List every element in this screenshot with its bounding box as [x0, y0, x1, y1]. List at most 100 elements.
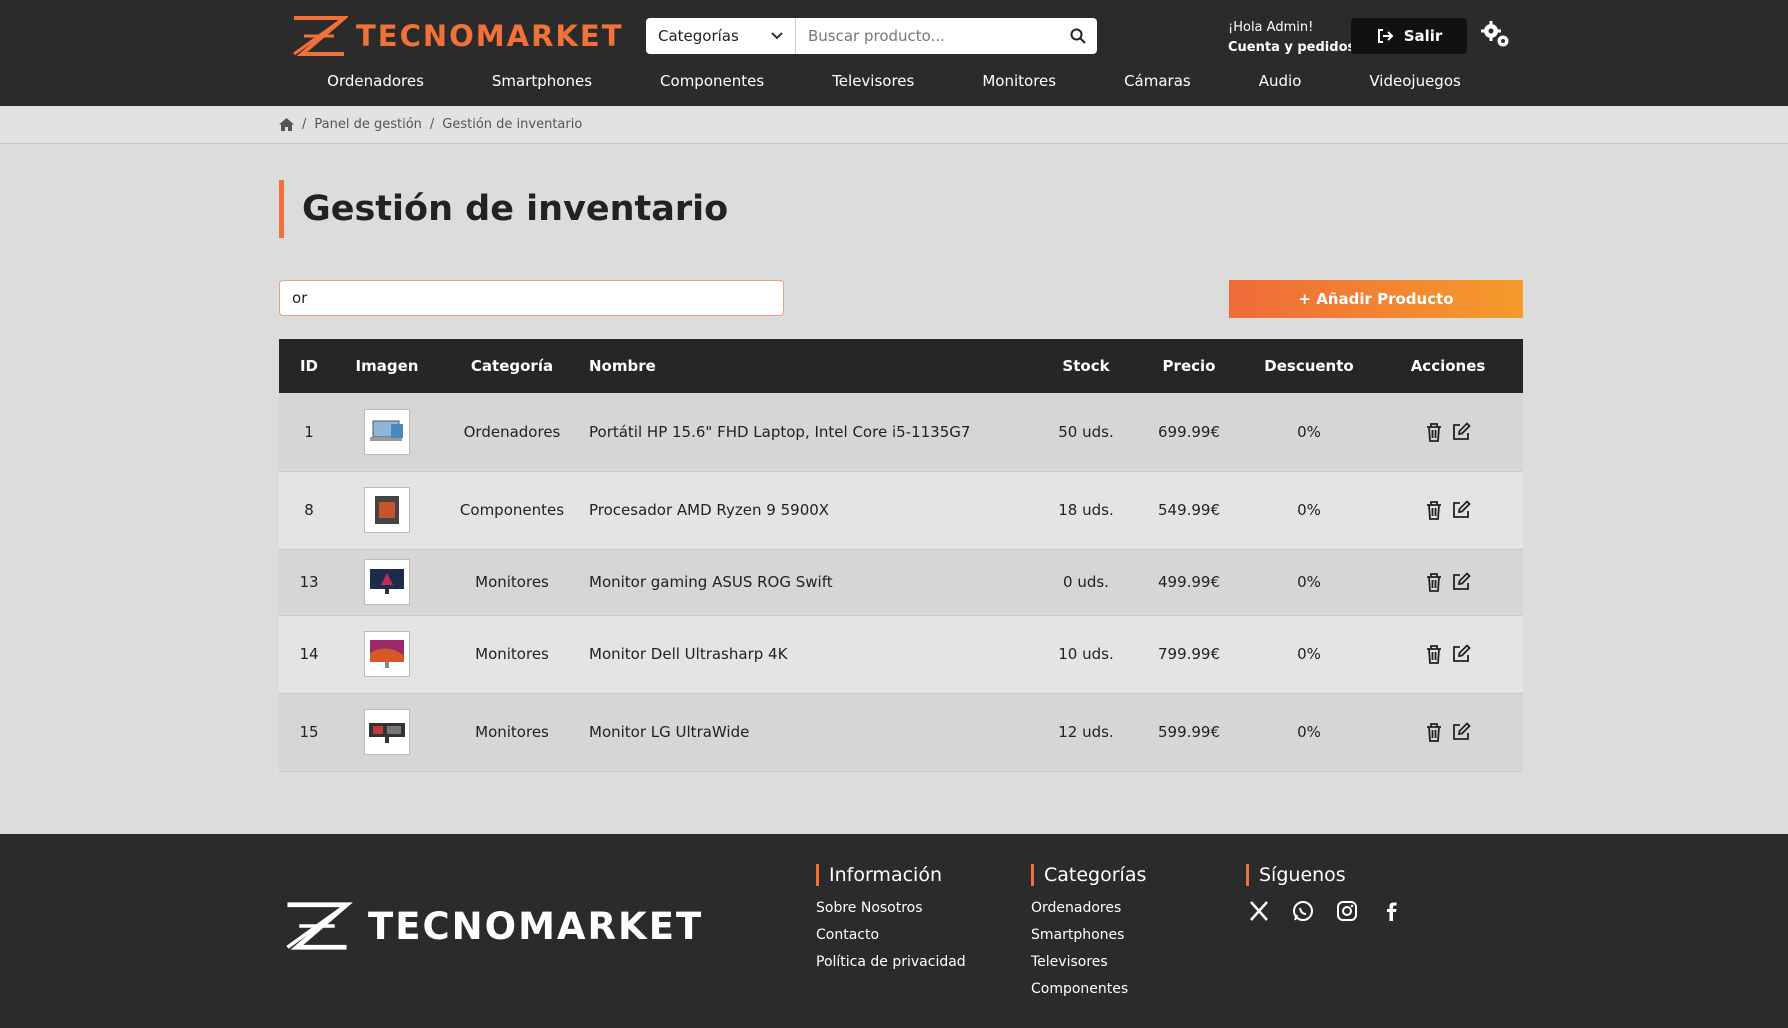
cell-stock: 10 uds.: [1058, 645, 1114, 663]
col-image: Imagen: [355, 357, 419, 375]
cell-id: 13: [299, 573, 319, 591]
footer-link-privacy[interactable]: Política de privacidad: [816, 954, 966, 970]
footer-cat-smartphones[interactable]: Smartphones: [1031, 927, 1146, 943]
trash-icon[interactable]: [1425, 722, 1443, 742]
cell-stock: 12 uds.: [1058, 723, 1114, 741]
site-footer: TECNOMARKET Información Sobre Nosotros C…: [0, 834, 1788, 1028]
greeting-text: ¡Hola Admin!: [1228, 20, 1314, 35]
whatsapp-icon[interactable]: [1292, 900, 1314, 922]
table-row: 13 Monitores Monitor gaming ASUS ROG Swift…: [279, 549, 1523, 615]
brand-logo[interactable]: TECNOMARKET: [290, 14, 624, 58]
add-product-button[interactable]: + Añadir Producto: [1229, 280, 1523, 318]
inventory-filter-input[interactable]: or: [279, 280, 784, 316]
cell-discount: 0%: [1297, 422, 1321, 441]
nav-audio[interactable]: Audio: [1225, 72, 1336, 90]
product-thumbnail: [364, 559, 410, 605]
search-icon: [1070, 28, 1086, 44]
nav-camaras[interactable]: Cámaras: [1090, 72, 1225, 90]
cell-discount: 0%: [1297, 645, 1321, 663]
logo-mark-icon: [286, 902, 353, 950]
edit-icon[interactable]: [1451, 421, 1471, 442]
logo-text: TECNOMARKET: [356, 19, 624, 53]
cell-id: 15: [299, 723, 319, 741]
facebook-icon[interactable]: [1380, 900, 1402, 922]
x-icon[interactable]: [1248, 900, 1270, 922]
col-actions: Acciones: [1410, 357, 1486, 375]
account-greeting[interactable]: ¡Hola Admin! Cuenta y pedidos: [1228, 18, 1355, 58]
trash-icon[interactable]: [1425, 422, 1443, 442]
nav-televisores[interactable]: Televisores: [798, 72, 948, 90]
cell-price: 549.99€: [1157, 501, 1221, 519]
logo-mark-icon: [293, 16, 348, 56]
table-row: 8 Componentes Procesador AMD Ryzen 9 5900X…: [279, 471, 1523, 549]
footer-link-about[interactable]: Sobre Nosotros: [816, 900, 966, 916]
search-input[interactable]: Buscar producto...: [796, 27, 1059, 45]
cell-id: 14: [299, 645, 319, 663]
cell-actions: [1373, 393, 1523, 471]
nav-componentes[interactable]: Componentes: [626, 72, 798, 90]
cell-id: 8: [304, 501, 314, 519]
cell-category: Monitores: [475, 645, 549, 663]
breadcrumb-panel[interactable]: Panel de gestión: [314, 117, 422, 132]
nav-videojuegos[interactable]: Videojuegos: [1335, 72, 1494, 90]
cell-id: 1: [304, 422, 314, 441]
footer-cat-ordenadores[interactable]: Ordenadores: [1031, 900, 1146, 916]
cell-stock: 0 uds.: [1063, 573, 1109, 591]
footer-info-title: Información: [816, 864, 966, 886]
search-bar: Categorías Buscar producto...: [646, 18, 1097, 54]
page-title: Gestión de inventario: [279, 180, 728, 238]
cell-actions: [1373, 615, 1523, 693]
footer-logo[interactable]: TECNOMARKET: [280, 900, 703, 952]
edit-icon[interactable]: [1451, 572, 1471, 592]
cell-image: [339, 393, 435, 471]
cell-image: [339, 549, 435, 615]
col-id: ID: [299, 357, 319, 375]
nav-monitores[interactable]: Monitores: [948, 72, 1090, 90]
cell-price: 499.99€: [1157, 573, 1221, 591]
product-thumbnail: [364, 709, 410, 755]
footer-info-column: Información Sobre Nosotros Contacto Polí…: [816, 864, 966, 981]
nav-smartphones[interactable]: Smartphones: [458, 72, 626, 90]
gears-icon[interactable]: [1480, 20, 1512, 50]
col-category: Categoría: [470, 357, 554, 375]
footer-cat-televisores[interactable]: Televisores: [1031, 954, 1146, 970]
cell-image: [339, 471, 435, 549]
social-links: [1246, 900, 1402, 922]
breadcrumb: / Panel de gestión / Gestión de inventar…: [0, 106, 1788, 144]
breadcrumb-separator: /: [429, 117, 435, 132]
product-thumbnail: [364, 408, 410, 455]
col-discount: Descuento: [1264, 357, 1354, 375]
cell-actions: [1373, 693, 1523, 771]
footer-social-column: Síguenos: [1246, 864, 1402, 922]
edit-icon[interactable]: [1451, 722, 1471, 742]
table-row: 1 Ordenadores Portátil HP 15.6" FHD Laptop…: [279, 393, 1523, 471]
main-content: Gestión de inventario or + Añadir Produc…: [0, 144, 1788, 834]
site-header: TECNOMARKET Categorías Buscar producto..…: [0, 0, 1788, 106]
product-thumbnail: [364, 487, 410, 533]
account-link[interactable]: Cuenta y pedidos: [1228, 40, 1355, 55]
chevron-down-icon: [771, 32, 783, 40]
instagram-icon[interactable]: [1336, 900, 1358, 922]
cell-stock: 50 uds.: [1058, 422, 1114, 441]
trash-icon[interactable]: [1425, 572, 1443, 592]
footer-categories-title: Categorías: [1031, 864, 1146, 886]
col-stock: Stock: [1062, 357, 1110, 375]
footer-cat-componentes[interactable]: Componentes: [1031, 981, 1146, 997]
category-select[interactable]: Categorías: [646, 18, 796, 54]
table-row: 14 Monitores Monitor Dell Ultrasharp 4K 10 …: [279, 615, 1523, 693]
home-icon[interactable]: [279, 118, 294, 131]
trash-icon[interactable]: [1425, 644, 1443, 664]
cell-name: Portátil HP 15.6" FHD Laptop, Intel Core…: [589, 422, 971, 441]
trash-icon[interactable]: [1425, 500, 1443, 520]
cell-actions: [1373, 549, 1523, 615]
nav-ordenadores[interactable]: Ordenadores: [293, 72, 458, 90]
edit-icon[interactable]: [1451, 644, 1471, 664]
inventory-table: ID Imagen Categoría Nombre Stock Precio …: [279, 339, 1523, 772]
logout-button[interactable]: Salir: [1351, 18, 1467, 54]
cell-price: 799.99€: [1157, 645, 1221, 663]
search-button[interactable]: [1059, 18, 1097, 54]
edit-icon[interactable]: [1451, 500, 1471, 520]
footer-logo-text: TECNOMARKET: [368, 904, 704, 948]
footer-link-contact[interactable]: Contacto: [816, 927, 966, 943]
col-price: Precio: [1162, 357, 1216, 375]
